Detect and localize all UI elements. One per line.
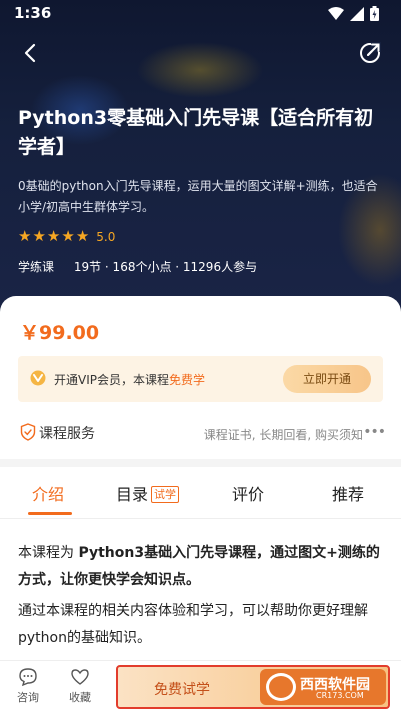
share-icon — [360, 42, 381, 63]
vip-banner[interactable]: 开通VIP会员，本课程免费学 立即开通 — [18, 356, 383, 402]
free-trial-label: 免费试学 — [154, 682, 210, 698]
course-stats: 19节 · 168个小点 · 11296人参与 — [73, 260, 258, 274]
course-hero: 1:36 Python3零基础入门先导课【适合所有初学者】 0基础的python… — [0, 0, 401, 320]
consult-button[interactable]: 咨询 — [8, 667, 48, 705]
vip-text-main: 开通VIP会员，本课程 — [54, 373, 169, 387]
bottom-action-bar: 咨询 收藏 免费试学 西西软件园 CR173.COM — [0, 660, 401, 713]
back-button[interactable] — [18, 40, 44, 66]
tab-catalog[interactable]: 目录 试学 — [116, 481, 180, 505]
service-label: 课程服务 — [39, 426, 95, 442]
course-service-row[interactable]: 课程服务 课程证书, 长期回看, 购买须知 ••• — [20, 422, 386, 444]
intro-content: 本课程为 Python3基础入门先导课程，通过图文+测练的方式，让你更快学会知识… — [18, 540, 388, 656]
share-button[interactable] — [357, 40, 383, 66]
tab-recommend[interactable]: 推荐 — [332, 481, 364, 505]
site-watermark: 西西软件园 CR173.COM — [260, 669, 386, 705]
intro-paragraph: 通过本课程的相关内容体验和学习，可以帮助你更好理解python的基础知识。 — [18, 603, 368, 646]
consult-label: 咨询 — [17, 691, 39, 704]
watermark-subtext: CR173.COM — [316, 691, 364, 700]
chat-icon — [19, 668, 37, 687]
course-detail-card: ￥99.00 开通VIP会员，本课程免费学 立即开通 课程服务 课程证书, 长期… — [0, 296, 401, 713]
course-meta: 学练课 19节 · 168个小点 · 11296人参与 — [18, 258, 257, 275]
status-bar: 1:36 — [0, 0, 401, 28]
vip-crown-icon — [30, 370, 46, 386]
chevron-left-icon — [24, 43, 36, 63]
watermark-logo — [266, 673, 296, 701]
status-time: 1:36 — [14, 4, 52, 22]
course-rating: ★ ★ ★ ★ ★ 5.0 — [18, 229, 115, 244]
intro-prefix: 本课程为 — [18, 545, 79, 561]
star-icon: ★ — [32, 227, 46, 245]
shield-icon — [20, 423, 36, 441]
tab-catalog-label: 目录 — [116, 485, 149, 504]
tab-review[interactable]: 评价 — [232, 481, 264, 505]
tab-intro[interactable]: 介绍 — [32, 481, 64, 505]
service-description: 课程证书, 长期回看, 购买须知 — [203, 428, 363, 442]
free-trial-button[interactable]: 免费试学 西西软件园 CR173.COM — [116, 665, 390, 709]
signal-icon — [350, 6, 364, 21]
favorite-label: 收藏 — [69, 691, 91, 704]
course-price: ￥99.00 — [20, 322, 100, 344]
vip-text: 开通VIP会员，本课程免费学 — [54, 371, 205, 388]
intro-paragraph: 本课程为 Python3基础入门先导课程，通过图文+测练的方式，让你更快学会知识… — [18, 540, 388, 594]
course-description: 0基础的python入门先导课程，运用大量的图文详解+测练，也适合小学/初高中生… — [18, 179, 378, 214]
star-icon: ★ — [75, 227, 90, 245]
status-icons — [328, 6, 379, 21]
star-icon: ★ — [46, 227, 61, 245]
more-icon[interactable]: ••• — [363, 424, 386, 440]
course-title: Python3零基础入门先导课【适合所有初学者】 — [18, 107, 374, 158]
wifi-icon — [328, 6, 344, 20]
star-icon: ★ — [18, 227, 32, 245]
heart-icon — [71, 669, 89, 685]
favorite-button[interactable]: 收藏 — [60, 667, 100, 705]
trial-badge: 试学 — [151, 486, 180, 503]
rating-value: 5.0 — [96, 229, 116, 244]
section-divider — [0, 459, 401, 467]
course-tabs: 介绍 目录 试学 评价 推荐 — [0, 467, 401, 519]
battery-icon — [370, 6, 379, 21]
star-icon: ★ — [61, 227, 75, 245]
open-vip-button[interactable]: 立即开通 — [283, 365, 371, 393]
tab-indicator — [28, 512, 72, 515]
vip-free-text: 免费学 — [169, 373, 206, 387]
course-type: 学练课 — [18, 260, 55, 274]
